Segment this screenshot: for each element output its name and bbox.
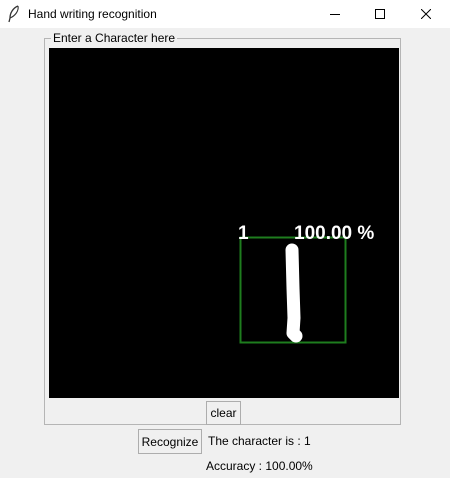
prediction-digit: 1: [238, 223, 249, 244]
title-bar: Hand writing recognition: [0, 0, 450, 28]
close-button[interactable]: [403, 0, 449, 28]
minimize-icon: [330, 14, 340, 15]
close-icon: [421, 9, 431, 19]
accuracy-label: Accuracy : 100.00%: [206, 459, 313, 473]
window-title: Hand writing recognition: [28, 7, 157, 21]
feather-icon: [7, 5, 21, 23]
clear-button[interactable]: clear: [206, 401, 241, 425]
maximize-button[interactable]: [357, 0, 403, 28]
minimize-button[interactable]: [312, 0, 358, 28]
prediction-confidence: 100.00 %: [294, 223, 374, 244]
handwritten-stroke: [285, 243, 303, 343]
maximize-icon: [375, 9, 385, 19]
result-label: The character is : 1: [208, 434, 311, 448]
recognize-button[interactable]: Recognize: [138, 429, 202, 454]
frame-label: Enter a Character here: [51, 31, 178, 45]
drawing-canvas[interactable]: 1 100.00 %: [49, 48, 399, 398]
